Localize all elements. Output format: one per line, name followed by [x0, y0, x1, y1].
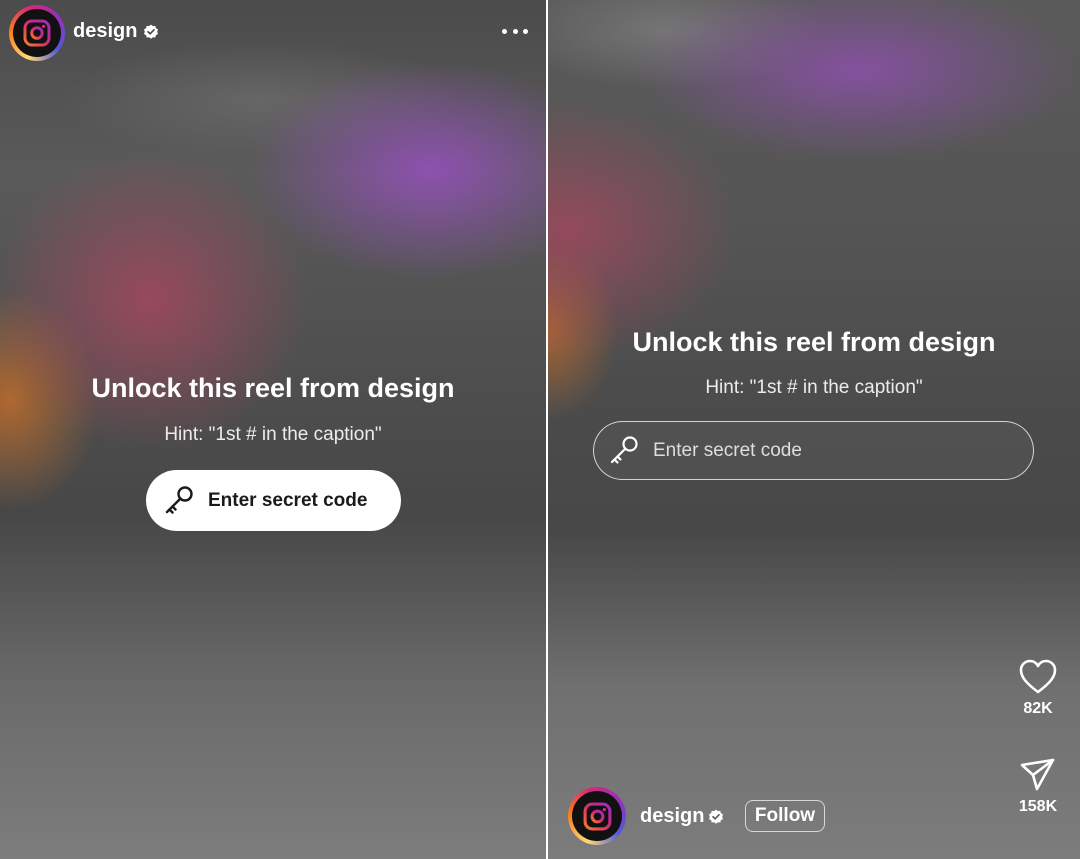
verified-badge-icon [144, 24, 158, 39]
follow-button[interactable]: Follow [745, 800, 825, 832]
more-options-icon[interactable] [502, 24, 528, 38]
share-action[interactable]: 158K [1008, 756, 1068, 816]
instagram-logo-icon [13, 9, 61, 57]
secret-code-input[interactable] [651, 438, 1015, 463]
send-icon[interactable] [1019, 756, 1057, 794]
secret-code-field[interactable] [593, 421, 1034, 480]
enter-secret-code-label: Enter secret code [208, 489, 368, 511]
enter-secret-code-button[interactable]: Enter secret code [146, 470, 401, 531]
instagram-logo-icon [572, 791, 622, 841]
profile-avatar[interactable] [568, 787, 626, 845]
share-count: 158K [1018, 798, 1058, 815]
verified-badge-icon [709, 809, 723, 824]
unlock-hint: Hint: "1st # in the caption" [164, 424, 382, 445]
like-count: 82K [1023, 700, 1053, 717]
profile-avatar[interactable] [9, 5, 65, 61]
heart-icon[interactable] [1018, 658, 1058, 696]
profile-username[interactable]: design [73, 20, 137, 43]
reel-lock-screen-left: design Unlock this reel from design Hint… [0, 0, 546, 859]
key-icon [610, 435, 638, 464]
key-icon [165, 485, 193, 514]
unlock-title: Unlock this reel from design [91, 373, 455, 403]
unlock-title: Unlock this reel from design [632, 327, 996, 357]
like-action[interactable]: 82K [1008, 658, 1068, 718]
reel-lock-screen-right: Unlock this reel from design Hint: "1st … [548, 0, 1080, 859]
profile-username[interactable]: design [640, 805, 704, 828]
unlock-hint: Hint: "1st # in the caption" [705, 377, 923, 398]
